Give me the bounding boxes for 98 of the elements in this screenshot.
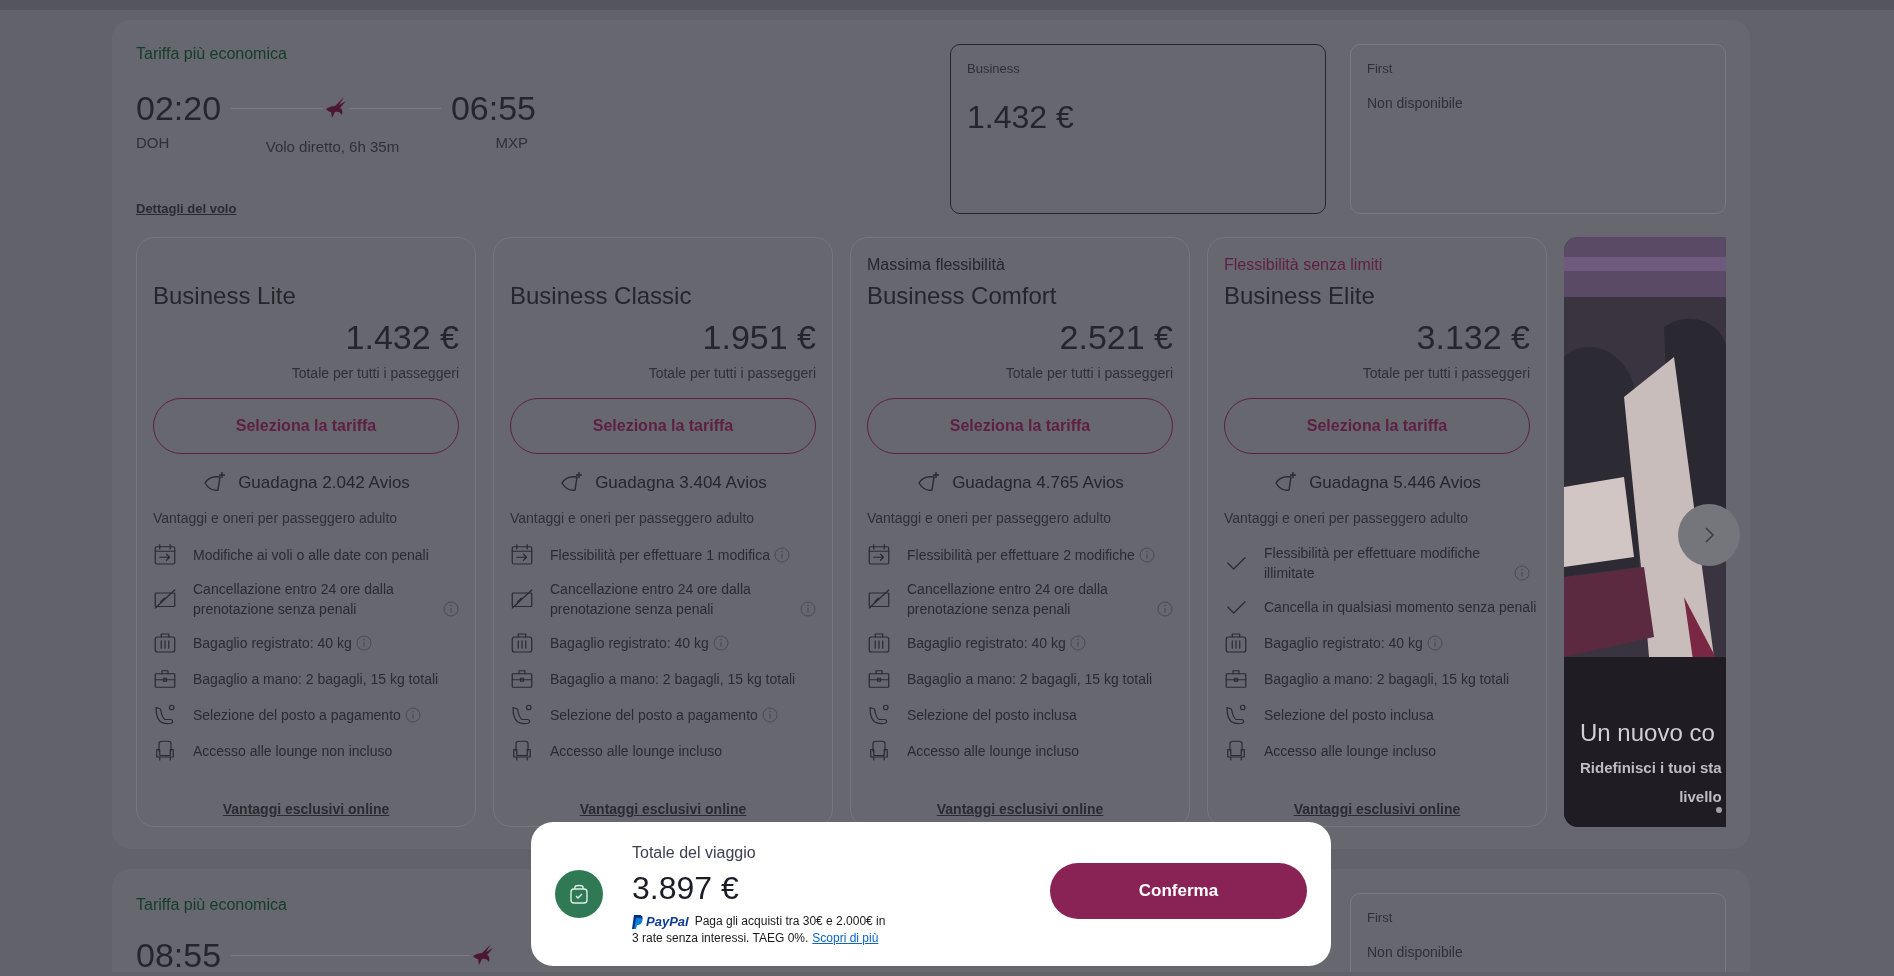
promo-text: Ridefinisci i tuoi sta	[1580, 758, 1722, 778]
benefits-heading: Vantaggi e oneri per passeggero adulto	[867, 509, 1113, 528]
airport-code: MXP	[495, 133, 528, 153]
cabin-option[interactable]: Business 1.432 €	[950, 44, 1326, 214]
learn-more-link[interactable]: Scopri di più	[812, 930, 879, 947]
benefit-text: Selezione del posto inclusa	[1264, 706, 1434, 725]
fare-tag: Massima flessibilità	[867, 253, 1173, 273]
crossed-ticket-icon	[510, 587, 534, 611]
confirm-button[interactable]: Conferma	[1050, 863, 1307, 919]
fare-tag: Flessibilità senza limiti	[1224, 253, 1530, 273]
cabin-price: Non disponibile	[1367, 942, 1464, 962]
cabin-name: First	[1367, 909, 1394, 927]
benefit-text: Bagaglio a mano: 2 bagagli, 15 kg totali	[907, 670, 1153, 689]
benefit-text: Accesso alle lounge incluso	[907, 742, 1079, 761]
benefit-text: Selezione del posto inclusa	[907, 706, 1077, 725]
online-benefits-link[interactable]: Vantaggi esclusivi online	[1293, 799, 1461, 820]
briefcase-icon	[153, 667, 177, 691]
armchair-icon	[510, 739, 534, 763]
crossed-ticket-icon	[867, 587, 891, 611]
fare-name: Business Classic	[510, 281, 693, 311]
suitcase-icon	[1224, 631, 1248, 655]
suitcase-icon	[153, 631, 177, 655]
benefit-text: Flessibilità per effettuare modifiche illimitate	[1264, 544, 1482, 583]
fare-price: 1.432 €	[344, 317, 459, 357]
cabin-option[interactable]: First Non disponibile	[1350, 893, 1726, 972]
armchair-icon	[153, 739, 177, 763]
benefits-heading: Vantaggi e oneri per passeggero adulto	[153, 509, 399, 528]
online-benefits-link[interactable]: Vantaggi esclusivi online	[936, 799, 1104, 820]
fare-name: Business Elite	[1224, 281, 1376, 311]
benefit-text: Bagaglio registrato: 40 kg	[193, 634, 352, 653]
benefits-heading: Vantaggi e oneri per passeggero adulto	[1224, 509, 1470, 528]
arrival-time: 06:55	[450, 88, 536, 128]
benefit-text: Cancellazione entro 24 ore dalla prenotazione senza penali	[550, 580, 752, 619]
benefits-heading: Vantaggi e oneri per passeggero adulto	[510, 509, 756, 528]
suitcase-icon	[510, 631, 534, 655]
benefit-text: Bagaglio registrato: 40 kg	[550, 634, 709, 653]
seat-icon	[867, 703, 891, 727]
flight-duration: Volo diretto, 6h 35m	[265, 137, 400, 157]
departure-time: 02:20	[136, 88, 222, 128]
trip-total-amount: 3.897 €	[632, 869, 740, 907]
benefit-text: Bagaglio a mano: 2 bagagli, 15 kg totali	[550, 670, 796, 689]
fare-price: 2.521 €	[1058, 317, 1173, 357]
briefcase-icon	[510, 667, 534, 691]
suitcase-icon	[867, 631, 891, 655]
cabin-price: Non disponibile	[1367, 93, 1464, 113]
avios-earnings: Guadagna 3.404 Avios	[595, 472, 767, 495]
cabin-option[interactable]: First Non disponibile	[1350, 44, 1726, 214]
benefit-text: Accesso alle lounge incluso	[1264, 742, 1436, 761]
promo-title: Un nuovo co	[1580, 718, 1715, 748]
seat-icon	[153, 703, 177, 727]
fare-name: Business Comfort	[867, 281, 1058, 311]
avios-earnings: Guadagna 5.446 Avios	[1309, 472, 1481, 495]
benefit-text: Cancellazione entro 24 ore dalla prenotazione senza penali	[907, 580, 1109, 619]
fare-name: Business Lite	[153, 281, 297, 311]
paypal-text: 3 rate senza interessi. TAEG 0%.	[632, 930, 809, 947]
benefit-text: Flessibilità per effettuare 2 modifiche	[907, 546, 1135, 565]
flight-details-link[interactable]: Dettagli del volo	[136, 198, 237, 218]
benefit-text: Accesso alle lounge incluso	[550, 742, 722, 761]
cabin-price: 1.432 €	[967, 97, 1075, 137]
airport-code: DOH	[136, 133, 170, 153]
benefit-text: Cancellazione entro 24 ore dalla prenotazione senza penali	[193, 580, 395, 619]
calendar-icon	[153, 543, 177, 567]
calendar-icon	[510, 543, 534, 567]
crossed-ticket-icon	[153, 587, 177, 611]
benefit-text: Cancella in qualsiasi momento senza penali	[1264, 598, 1537, 617]
online-benefits-link[interactable]: Vantaggi esclusivi online	[579, 799, 747, 820]
cabin-name: First	[1367, 60, 1394, 78]
seat-icon	[1224, 703, 1248, 727]
paypal-icon	[632, 914, 643, 929]
benefit-text: Accesso alle lounge non incluso	[193, 742, 393, 761]
benefit-text: Modifiche ai voli o alle date con penali	[193, 546, 429, 565]
benefit-text: Bagaglio a mano: 2 bagagli, 15 kg totali	[193, 670, 439, 689]
promo-text: livello	[1679, 786, 1722, 807]
fare-label: Tariffa più economica	[136, 895, 288, 915]
paypal-text: Paga gli acquisti tra 30€ e 2.000€ in	[694, 913, 886, 930]
benefit-text: Flessibilità per effettuare 1 modifica	[550, 546, 770, 565]
fare-label: Tariffa più economica	[136, 44, 288, 64]
fare-price: 3.132 €	[1415, 317, 1530, 357]
departure-time: 08:55	[136, 935, 222, 972]
benefit-text: Selezione del posto a pagamento	[193, 706, 401, 725]
paypal-logo: PayPal	[646, 913, 689, 930]
briefcase-icon	[1224, 667, 1248, 691]
online-benefits-link[interactable]: Vantaggi esclusivi online	[222, 799, 390, 820]
benefit-text: Bagaglio registrato: 40 kg	[1264, 634, 1423, 653]
cabin-name: Business	[967, 60, 1021, 78]
armchair-icon	[867, 739, 891, 763]
benefit-text: Bagaglio a mano: 2 bagagli, 15 kg totali	[1264, 670, 1510, 689]
benefit-text: Selezione del posto a pagamento	[550, 706, 758, 725]
fare-price: 1.951 €	[701, 317, 816, 357]
shopping-bag-icon	[568, 883, 590, 905]
trip-total-label: Totale del viaggio	[632, 843, 757, 863]
benefit-text: Bagaglio registrato: 40 kg	[907, 634, 1066, 653]
avios-earnings: Guadagna 4.765 Avios	[952, 472, 1124, 495]
seat-icon	[510, 703, 534, 727]
avios-earnings: Guadagna 2.042 Avios	[238, 472, 410, 495]
armchair-icon	[1224, 739, 1248, 763]
briefcase-icon	[867, 667, 891, 691]
calendar-icon	[867, 543, 891, 567]
